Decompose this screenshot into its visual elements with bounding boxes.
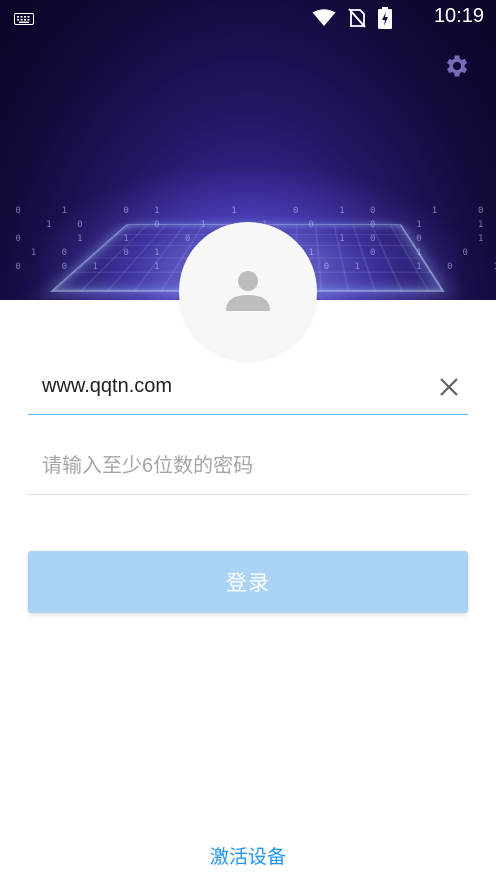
status-bar: 10:19 [0, 0, 496, 34]
username-input[interactable] [28, 366, 432, 406]
battery-charging-icon [378, 7, 392, 33]
activate-device-link[interactable]: 激活设备 [0, 842, 496, 869]
status-time: 10:19 [433, 5, 484, 27]
clear-icon[interactable] [438, 376, 460, 398]
gear-icon[interactable] [442, 52, 470, 80]
avatar [179, 222, 317, 360]
keyboard-icon [14, 10, 34, 29]
password-field-wrapper [28, 440, 468, 495]
user-icon [226, 271, 270, 311]
no-sim-icon [348, 8, 366, 32]
login-button[interactable]: 登录 [28, 551, 468, 613]
wifi-icon [312, 9, 336, 31]
username-field-wrapper [28, 360, 468, 415]
password-input[interactable] [28, 446, 432, 486]
